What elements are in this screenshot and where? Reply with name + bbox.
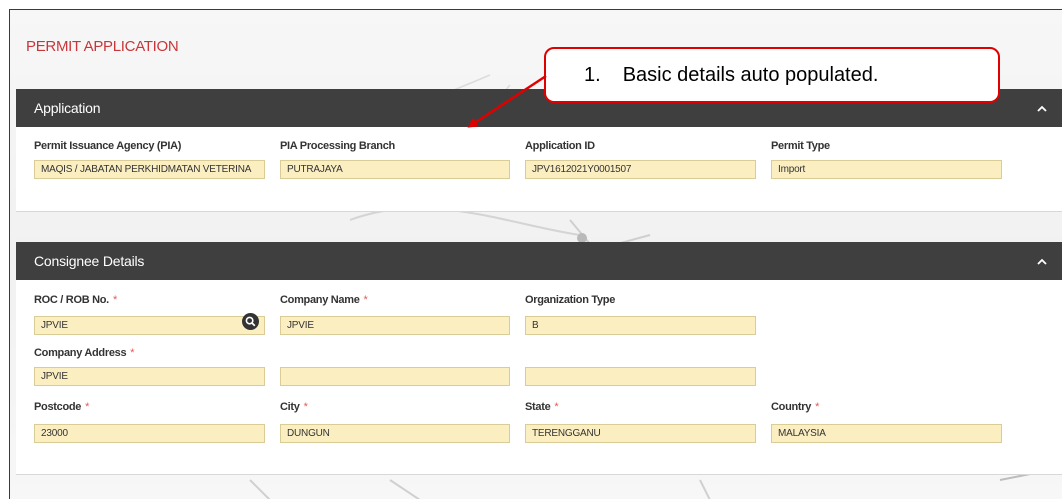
consignee-panel-title: Consignee Details: [34, 253, 145, 269]
state-field[interactable]: TERENGGANU: [525, 424, 756, 443]
required-marker: *: [130, 347, 135, 359]
company-address-label-text: Company Address: [34, 347, 127, 359]
required-marker: *: [363, 294, 368, 306]
city-label: City *: [280, 401, 308, 413]
roc-rob-field[interactable]: JPVIE: [34, 316, 265, 335]
consignee-panel: Consignee Details ROC / ROB No. * JPVIE C…: [16, 242, 1062, 475]
callout-number: 1.: [584, 63, 601, 86]
application-id-field[interactable]: JPV1612021Y0001507: [525, 160, 756, 179]
company-name-field[interactable]: JPVIE: [280, 316, 510, 335]
postcode-field[interactable]: 23000: [34, 424, 265, 443]
organization-type-field[interactable]: B: [525, 316, 756, 335]
application-panel-title: Application: [34, 100, 101, 116]
pia-field[interactable]: MAQIS / JABATAN PERKHIDMATAN VETERINA: [34, 160, 265, 179]
company-name-label: Company Name *: [280, 294, 368, 306]
required-marker: *: [112, 294, 117, 306]
consignee-panel-header[interactable]: Consignee Details: [16, 242, 1062, 280]
company-address-label: Company Address *: [34, 347, 135, 359]
company-address-line2-field[interactable]: [280, 367, 510, 386]
pia-branch-field[interactable]: PUTRAJAYA: [280, 160, 510, 179]
country-label-text: Country: [771, 401, 812, 413]
permit-type-field[interactable]: Import: [771, 160, 1002, 179]
postcode-label: Postcode *: [34, 401, 89, 413]
permit-type-label: Permit Type: [771, 140, 830, 152]
pia-label: Permit Issuance Agency (PIA): [34, 140, 182, 152]
chevron-up-icon[interactable]: [1033, 99, 1051, 117]
application-id-label: Application ID: [525, 140, 595, 152]
state-label: State *: [525, 401, 559, 413]
search-icon[interactable]: [242, 313, 259, 330]
country-field[interactable]: MALAYSIA: [771, 424, 1002, 443]
postcode-label-text: Postcode: [34, 401, 82, 413]
company-address-line3-field[interactable]: [525, 367, 756, 386]
pia-branch-label: PIA Processing Branch: [280, 140, 395, 152]
city-field[interactable]: DUNGUN: [280, 424, 510, 443]
page-title: PERMIT APPLICATION: [26, 38, 179, 55]
roc-rob-label-text: ROC / ROB No.: [34, 294, 109, 306]
application-panel: Application Permit Issuance Agency (PIA)…: [16, 89, 1062, 212]
country-label: Country *: [771, 401, 819, 413]
company-name-label-text: Company Name: [280, 294, 360, 306]
city-label-text: City: [280, 401, 300, 413]
required-marker: *: [85, 401, 90, 413]
state-label-text: State: [525, 401, 551, 413]
required-marker: *: [554, 401, 559, 413]
required-marker: *: [815, 401, 820, 413]
callout-text: Basic details auto populated.: [622, 63, 879, 86]
organization-type-label: Organization Type: [525, 294, 616, 306]
company-address-line1-field[interactable]: JPVIE: [34, 367, 265, 386]
annotation-callout: 1. Basic details auto populated.: [544, 47, 1000, 103]
required-marker: *: [303, 401, 308, 413]
chevron-up-icon[interactable]: [1033, 252, 1051, 270]
roc-rob-label: ROC / ROB No. *: [34, 294, 117, 306]
